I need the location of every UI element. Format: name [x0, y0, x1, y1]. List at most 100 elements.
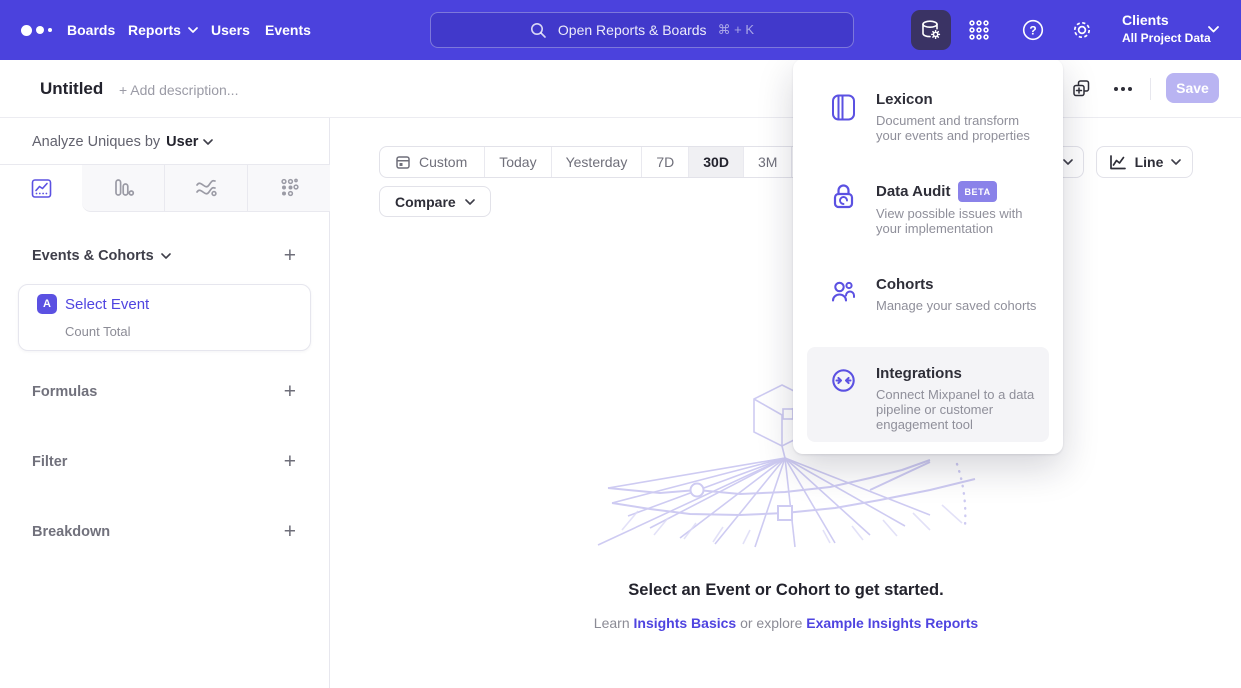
query-builder-sidebar: Analyze Uniques by User	[0, 118, 330, 688]
project-name: All Project Data	[1122, 30, 1211, 47]
range-custom[interactable]: Custom	[380, 147, 484, 177]
tab-metric-grid[interactable]	[247, 165, 330, 212]
save-button[interactable]: Save	[1166, 73, 1219, 103]
data-management-button[interactable]	[911, 10, 951, 50]
menu-item-cohorts[interactable]: Cohorts Manage your saved cohorts	[807, 266, 1049, 323]
chevron-down-icon	[188, 27, 198, 33]
event-series-badge: A	[37, 294, 57, 314]
beta-badge: BETA	[958, 181, 996, 202]
chevron-down-icon	[1063, 159, 1073, 165]
compare-button[interactable]: Compare	[379, 186, 491, 217]
event-card[interactable]: A Select Event Count Total	[18, 284, 311, 351]
range-3m[interactable]: 3M	[743, 147, 791, 177]
chevron-down-icon	[203, 139, 213, 145]
range-30d[interactable]: 30D	[688, 147, 743, 177]
tab-bar-chart[interactable]	[82, 165, 164, 212]
menu-description: View possible issues with your implement…	[876, 206, 1037, 236]
menu-title: Lexicon	[876, 91, 933, 109]
add-description-field[interactable]: + Add description...	[119, 82, 238, 98]
line-chart-icon	[1108, 154, 1127, 171]
calendar-icon	[395, 154, 411, 170]
cohorts-icon	[830, 278, 857, 313]
database-gear-icon	[919, 18, 943, 42]
events-cohorts-section: Events & Cohorts +	[32, 246, 296, 266]
apps-grid-icon	[967, 18, 991, 42]
empty-state-title: Select an Event or Cohort to get started…	[331, 581, 1241, 600]
add-breakdown-button[interactable]: +	[284, 522, 296, 542]
add-formula-button[interactable]: +	[284, 382, 296, 402]
nav-boards[interactable]: Boards	[67, 0, 115, 60]
analyze-prefix-label: Analyze Uniques by	[32, 134, 160, 150]
menu-title: Data Audit	[876, 183, 950, 201]
ellipsis-icon	[1114, 87, 1132, 91]
breakdown-section: Breakdown +	[32, 522, 296, 542]
empty-state-subtitle: Learn Insights Basics or explore Example…	[331, 615, 1241, 631]
duplicate-icon	[1071, 78, 1092, 99]
menu-title: Cohorts	[876, 276, 934, 294]
chevron-down-icon	[1208, 26, 1219, 33]
metric-grid-icon	[277, 176, 301, 200]
global-search-input[interactable]: Open Reports & Boards ⌘ + K	[430, 12, 854, 48]
analyze-value-dropdown[interactable]: User	[166, 134, 213, 150]
range-7d[interactable]: 7D	[641, 147, 688, 177]
menu-title: Integrations	[876, 365, 962, 383]
add-event-button[interactable]: +	[284, 246, 296, 266]
help-icon: ?	[1020, 17, 1046, 43]
event-aggregation-label[interactable]: Count Total	[65, 324, 131, 339]
chart-type-tabs	[0, 164, 330, 212]
filter-header: Filter	[32, 454, 67, 470]
bar-chart-icon	[111, 176, 135, 200]
menu-description: Connect Mixpanel to a data pipeline or c…	[876, 387, 1037, 432]
flow-chart-icon	[194, 176, 218, 200]
header-divider	[1150, 78, 1151, 100]
nav-events[interactable]: Events	[265, 0, 311, 60]
data-management-menu: Lexicon Document and transform your even…	[793, 59, 1063, 454]
search-shortcut: ⌘ + K	[718, 22, 755, 38]
data-audit-icon	[830, 183, 857, 236]
chevron-down-icon	[161, 253, 171, 259]
mixpanel-logo-icon[interactable]	[21, 24, 57, 36]
settings-button[interactable]	[1065, 13, 1099, 47]
analyze-uniques-row: Analyze Uniques by User	[32, 134, 213, 150]
breakdown-header: Breakdown	[32, 524, 110, 540]
events-cohorts-header[interactable]: Events & Cohorts	[32, 248, 171, 264]
insights-basics-link[interactable]: Insights Basics	[634, 615, 737, 631]
menu-item-lexicon[interactable]: Lexicon Document and transform your even…	[807, 81, 1049, 153]
chevron-down-icon	[465, 199, 475, 205]
line-chart-icon	[30, 177, 53, 200]
search-placeholder: Open Reports & Boards	[558, 22, 707, 38]
org-name: Clients	[1122, 11, 1211, 30]
report-title[interactable]: Untitled	[40, 79, 103, 99]
project-switcher[interactable]: Clients All Project Data	[1122, 11, 1211, 47]
chart-type-dropdown[interactable]: Line	[1096, 146, 1193, 178]
tab-flow-chart[interactable]	[164, 165, 247, 212]
svg-text:?: ?	[1029, 24, 1036, 38]
menu-item-integrations[interactable]: Integrations Connect Mixpanel to a data …	[807, 347, 1049, 442]
select-event-button[interactable]: Select Event	[65, 296, 149, 313]
filter-section: Filter +	[32, 452, 296, 472]
date-range-control: Custom Today Yesterday 7D 30D 3M 6M	[379, 146, 841, 178]
integrations-icon	[830, 367, 857, 432]
settings-gear-icon	[1069, 17, 1095, 43]
tab-line-chart[interactable]	[0, 165, 82, 212]
example-insights-reports-link[interactable]: Example Insights Reports	[806, 615, 978, 631]
formulas-section: Formulas +	[32, 382, 296, 402]
help-button[interactable]: ?	[1016, 13, 1050, 47]
nav-reports[interactable]: Reports	[128, 0, 198, 60]
add-filter-button[interactable]: +	[284, 452, 296, 472]
more-options-button[interactable]	[1114, 87, 1132, 91]
top-navigation-bar: Boards Reports Users Events Open Reports…	[0, 0, 1241, 60]
lexicon-book-icon	[830, 93, 857, 143]
report-canvas: Custom Today Yesterday 7D 30D 3M 6M Comp…	[331, 118, 1241, 688]
duplicate-button[interactable]	[1071, 78, 1092, 99]
empty-state: Select an Event or Cohort to get started…	[331, 581, 1241, 631]
nav-users[interactable]: Users	[211, 0, 250, 60]
menu-description: Manage your saved cohorts	[876, 298, 1036, 313]
formulas-header: Formulas	[32, 384, 97, 400]
search-icon	[530, 22, 547, 39]
apps-grid-button[interactable]	[962, 13, 996, 47]
range-yesterday[interactable]: Yesterday	[551, 147, 642, 177]
chevron-down-icon	[1171, 159, 1181, 165]
menu-item-data-audit[interactable]: Data Audit BETA View possible issues wit…	[807, 171, 1049, 246]
range-today[interactable]: Today	[484, 147, 550, 177]
